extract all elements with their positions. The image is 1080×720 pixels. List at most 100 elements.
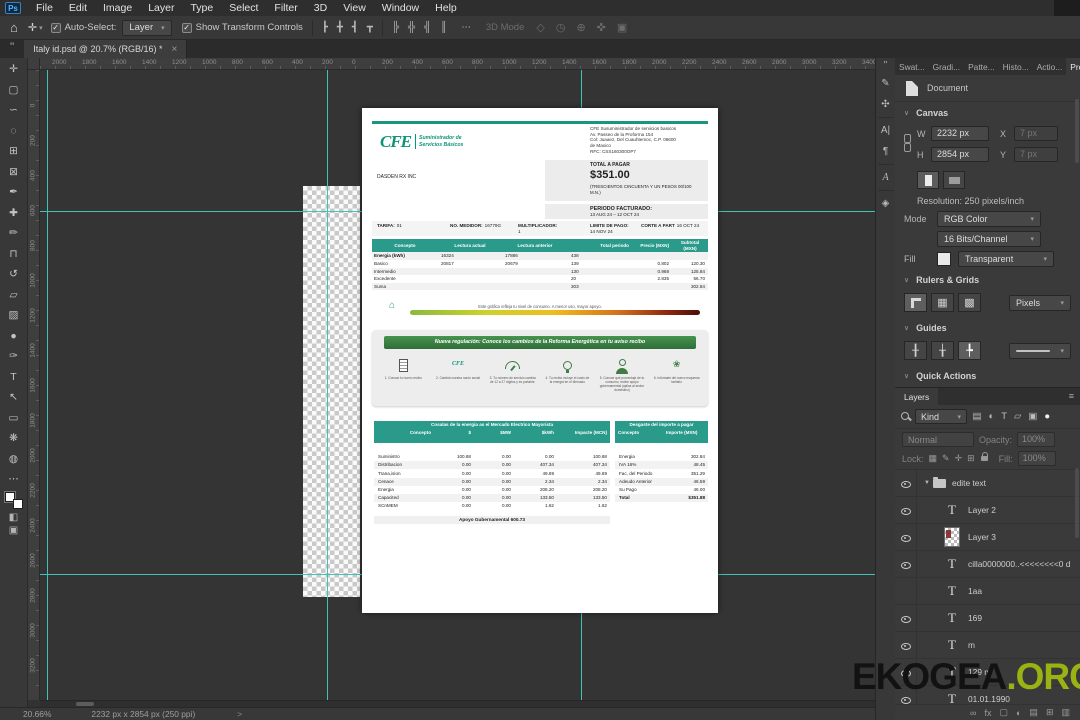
visibility-toggle[interactable] (895, 659, 917, 685)
menu-item[interactable]: Type (182, 2, 221, 14)
toggle-pixel-grid-button[interactable]: ▩ (958, 293, 981, 312)
brushes-icon[interactable]: ✣ (877, 94, 895, 115)
tab-layers[interactable]: Layers (895, 388, 939, 405)
portrait-orientation-button[interactable] (917, 171, 939, 189)
layers-scrollbar[interactable] (1075, 468, 1079, 538)
distribute-icon[interactable]: ╣ (424, 22, 431, 33)
bit-depth-dropdown[interactable]: 16 Bits/Channel ▾ (937, 231, 1041, 247)
guide-vertical[interactable] (327, 70, 328, 700)
auto-select-checkbox[interactable]: ✓ (50, 22, 61, 33)
menu-item[interactable]: Filter (266, 2, 305, 14)
layer-filter-icon[interactable]: ▱ (1013, 411, 1023, 422)
status-options-arrow[interactable]: > (237, 709, 242, 719)
layer-filter-icon[interactable]: T (1000, 411, 1009, 422)
tool-button[interactable]: ⊞ (3, 141, 25, 162)
tool-button[interactable]: ❋ (3, 428, 25, 449)
character-panel-icon[interactable]: A| (877, 120, 895, 141)
delete-layer-icon[interactable]: ▥ (1061, 707, 1070, 718)
visibility-toggle[interactable] (895, 497, 917, 523)
paragraph-panel-icon[interactable]: ¶ (877, 141, 895, 162)
layer-filter-icon[interactable]: ▣ (1027, 411, 1039, 422)
glyphs-panel-icon[interactable]: A (877, 167, 895, 188)
width-field[interactable]: 2232 px (931, 126, 989, 141)
opacity-field[interactable]: 100% (1017, 432, 1056, 447)
layer-row[interactable]: T cilla0000000..<<<<<<<<0 d (895, 551, 1080, 578)
show-transform-checkbox[interactable]: ✓ (181, 22, 192, 33)
distribute-icon[interactable]: ╠ (392, 22, 399, 33)
tab-swatches[interactable]: Swat... (895, 58, 929, 75)
toggle-guides-button[interactable]: ╂ (904, 341, 927, 360)
distribute-icon[interactable]: ║ (440, 22, 447, 33)
menu-item[interactable]: View (335, 2, 374, 14)
align-icon[interactable]: ┫ (352, 22, 358, 33)
document-tab[interactable]: Italy id.psd @ 20.7% (RGB/16) * × (24, 40, 188, 58)
tab-histogram[interactable]: Histo... (999, 58, 1033, 75)
tool-button[interactable]: ▭ (3, 408, 25, 429)
ruler-origin-corner[interactable] (28, 58, 40, 70)
new-layer-icon[interactable]: ⊞ (1046, 707, 1054, 718)
layer-filter-icon[interactable]: ▤ (971, 411, 983, 422)
distribute-icon[interactable]: ╬ (408, 22, 415, 33)
tool-button[interactable]: ◍ (3, 449, 25, 470)
menu-item[interactable]: Help (427, 2, 465, 14)
tool-button[interactable]: ✏ (3, 223, 25, 244)
guide-style-dropdown[interactable]: ▾ (1009, 342, 1071, 359)
panel-scrollbar[interactable] (1075, 99, 1079, 163)
layer-row-group[interactable]: ▼ edite text (895, 470, 1080, 497)
menu-item[interactable]: Window (374, 2, 427, 14)
guides-section-header[interactable]: ∨ Guides (895, 317, 1080, 338)
menu-item[interactable]: File (28, 2, 61, 14)
layer-row[interactable]: T 1aa (895, 578, 1080, 605)
layer-effects-icon[interactable]: fx (984, 708, 991, 718)
chevron-down-icon[interactable]: ▼ (924, 480, 930, 486)
screen-mode-icon[interactable]: ◧ (9, 512, 18, 523)
lock-guides-button[interactable]: ╁ (931, 341, 954, 360)
vertical-ruler[interactable]: 0 200 400 600 800 1000 1200 1400 1600 1800 2000 220… (28, 70, 40, 700)
blend-mode-dropdown[interactable]: Normal (902, 432, 974, 447)
menu-item[interactable]: Layer (140, 2, 182, 14)
home-icon[interactable]: ⌂ (10, 20, 18, 35)
visibility-toggle[interactable] (895, 605, 917, 631)
new-group-icon[interactable]: ▤ (1029, 707, 1038, 718)
horizontal-ruler[interactable]: 2000 1800 1600 1400 1200 1000 800 600 400 200 0 200… (40, 58, 875, 70)
tool-button[interactable]: ◌ (3, 121, 25, 142)
color-mode-dropdown[interactable]: RGB Color ▾ (937, 211, 1041, 227)
layer-filter-icon[interactable]: ● (1043, 411, 1052, 422)
visibility-toggle[interactable] (895, 578, 917, 604)
zoom-level-field[interactable]: 20.66% (23, 709, 51, 719)
tool-button[interactable]: ● (3, 326, 25, 347)
tool-button[interactable]: ▱ (3, 285, 25, 306)
tool-button[interactable]: ✑ (3, 346, 25, 367)
tab-patterns[interactable]: Patte... (964, 58, 999, 75)
align-icon[interactable]: ┣ (322, 22, 328, 33)
link-dimensions-icon[interactable] (903, 134, 911, 154)
more-options-icon[interactable]: ⋯ (461, 22, 472, 33)
scrollbar-thumb[interactable] (76, 702, 94, 706)
layer-mask-icon[interactable]: ▢ (999, 707, 1008, 718)
background-color-swatch[interactable] (12, 498, 23, 509)
toggle-rulers-button[interactable] (904, 293, 927, 312)
visibility-toggle[interactable] (895, 632, 917, 658)
tool-button[interactable]: ⊠ (3, 162, 25, 183)
quick-actions-section-header[interactable]: ∨ Quick Actions (895, 365, 1080, 386)
align-icon[interactable]: ╋ (337, 22, 343, 33)
3d-panel-icon[interactable]: ◈ (877, 193, 895, 214)
filter-kind-dropdown[interactable]: Kind ▾ (915, 409, 967, 424)
tool-button[interactable]: ✛ (3, 59, 25, 80)
fill-field[interactable]: 100% (1017, 451, 1056, 466)
menu-item[interactable]: Select (221, 2, 266, 14)
tool-button[interactable]: ↖ (3, 387, 25, 408)
visibility-toggle[interactable] (895, 551, 917, 577)
tool-button[interactable]: ✒ (3, 182, 25, 203)
layer-row[interactable]: T 169 (895, 605, 1080, 632)
fill-dropdown[interactable]: Transparent ▾ (958, 251, 1054, 267)
align-icon[interactable]: ┳ (367, 22, 373, 33)
tool-button[interactable]: ▢ (3, 80, 25, 101)
brush-settings-icon[interactable]: ✎ (877, 73, 895, 94)
lock-all-icon[interactable] (980, 452, 988, 461)
lock-option-icon[interactable]: ✛ (955, 453, 963, 464)
lock-option-icon[interactable]: ⊞ (967, 453, 975, 464)
lock-option-icon[interactable]: ✎ (942, 453, 950, 464)
layer-row[interactable]: Layer 3 (895, 524, 1080, 551)
visibility-toggle[interactable] (895, 470, 917, 496)
